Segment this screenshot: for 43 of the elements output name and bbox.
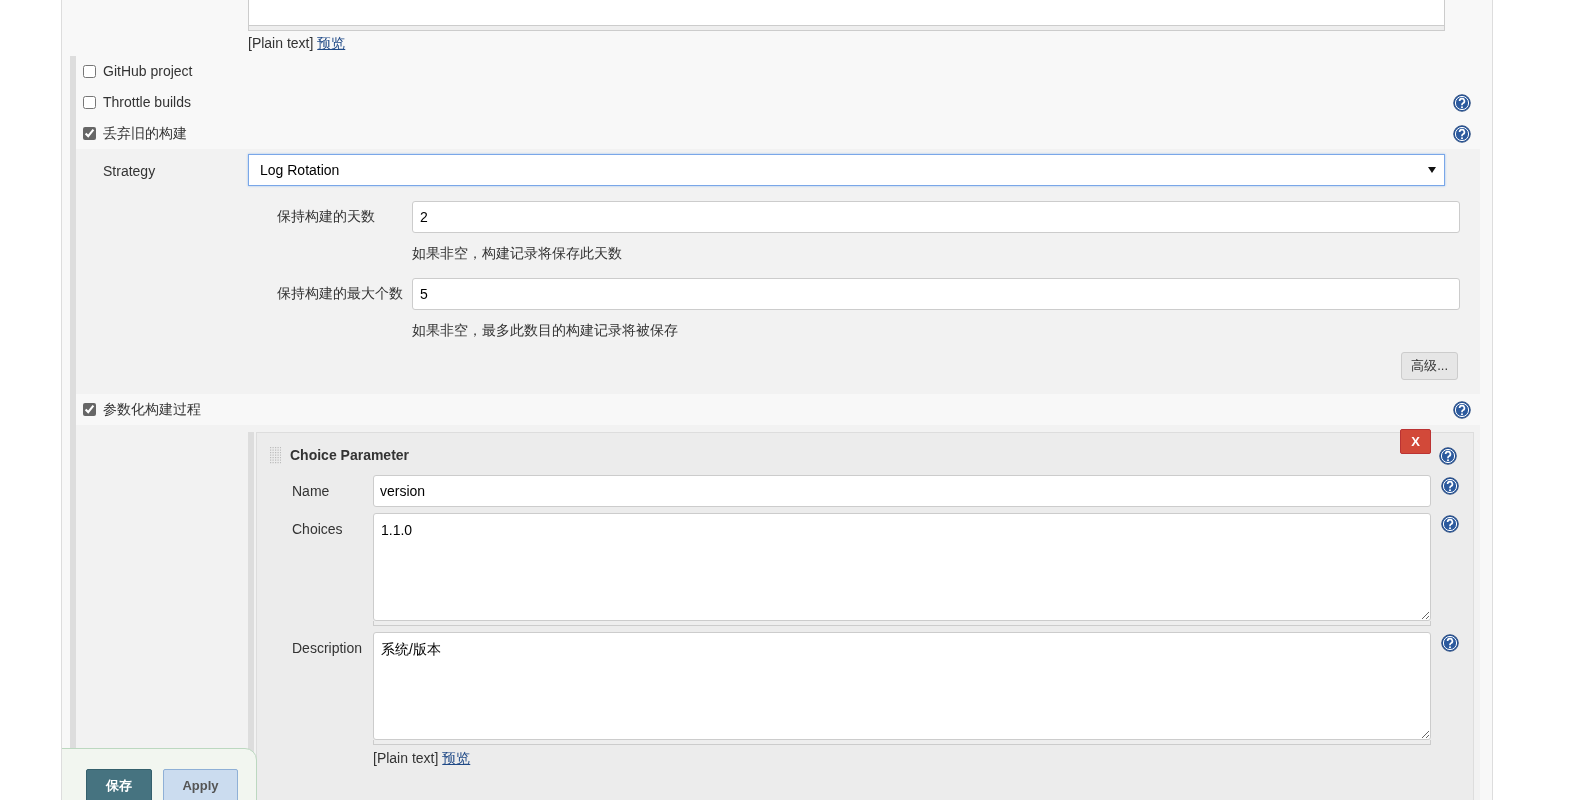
field-label: Description [291,639,364,658]
textarea-field[interactable]: 1.1.0 [373,513,1431,621]
strategy-dropdown[interactable]: Log Rotation [248,154,1445,186]
help-icon[interactable] [1439,446,1457,465]
help-icon[interactable] [1453,400,1471,419]
help-icon[interactable] [1441,634,1459,652]
resize-grip-bar[interactable] [373,621,1431,626]
resize-grip-bar[interactable] [373,740,1431,745]
preview-link[interactable]: 预览 [442,750,471,766]
help-icon[interactable] [1441,477,1459,495]
checkbox[interactable] [83,403,96,416]
drag-handle-icon[interactable] [269,446,281,464]
textarea-field[interactable]: 系统/版本 [373,632,1431,740]
field-label: Name [291,482,331,501]
help-text: 如果非空，最多此数目的构建记录将被保存 [411,321,679,340]
input-field[interactable]: 5 [412,278,1460,310]
checkbox[interactable] [83,65,96,78]
delete-button[interactable]: X [1400,429,1431,454]
field-label: 保持构建的天数 [276,207,376,226]
checkbox[interactable] [83,127,96,140]
input-field[interactable]: version [373,475,1431,507]
checkbox-label: 参数化构建过程 [103,400,202,419]
field-label: Choices [291,520,344,539]
help-icon[interactable] [1453,93,1471,112]
strategy-label: Strategy [102,162,157,181]
apply-button[interactable]: Apply [163,769,238,800]
advanced-button[interactable]: 高级... [1401,352,1458,380]
help-icon[interactable] [1453,124,1471,143]
checkbox-label: Throttle builds [103,93,192,112]
input-field[interactable]: 2 [412,201,1460,233]
save-button[interactable]: 保存 [86,769,152,800]
checkbox-label: 丢弃旧的构建 [103,124,188,143]
help-text: 如果非空，构建记录将保存此天数 [411,244,623,263]
preview-link[interactable]: 预览 [317,35,346,51]
resize-grip-bar[interactable] [248,26,1445,31]
field-label: 保持构建的最大个数 [276,284,404,303]
help-icon[interactable] [1441,515,1459,533]
checkbox-label: GitHub project [103,62,194,81]
parameter-title: Choice Parameter [290,445,410,465]
markup-note: [Plain text] [373,750,439,766]
markup-note: [Plain text] [248,35,314,51]
checkbox[interactable] [83,96,96,109]
caret-icon [1428,167,1436,173]
